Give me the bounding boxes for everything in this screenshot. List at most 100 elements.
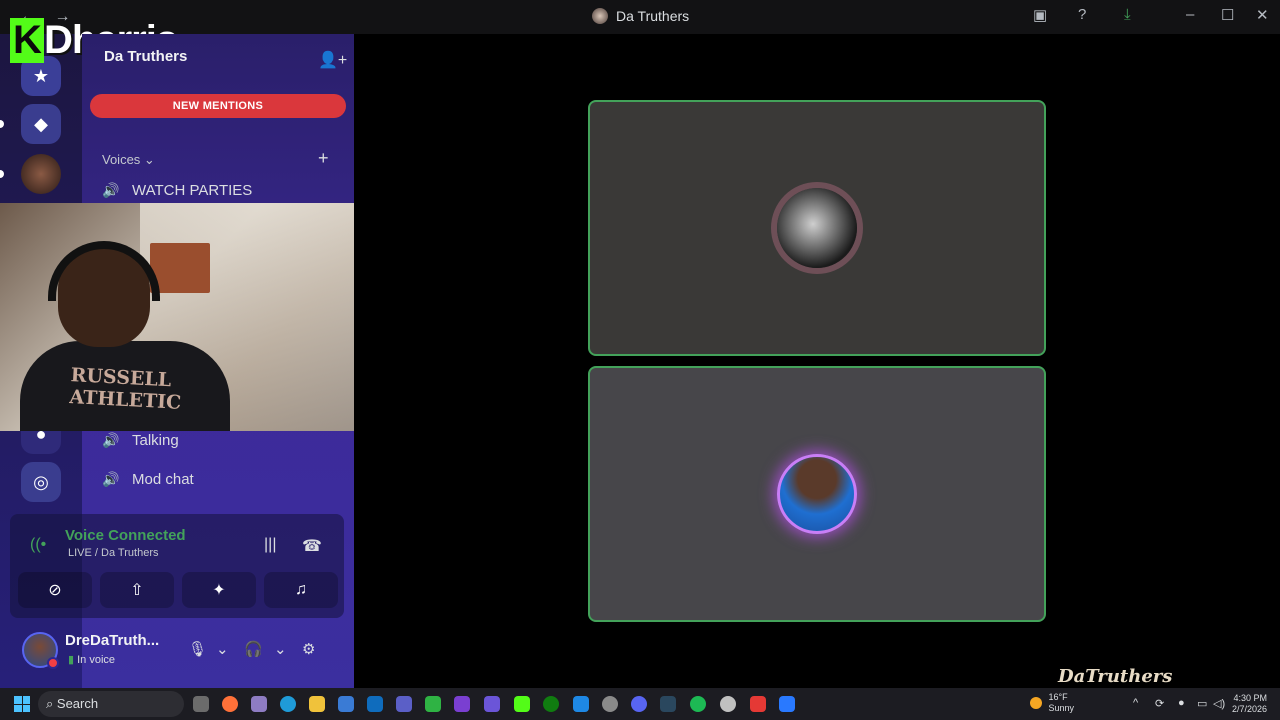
minimize-icon[interactable]: – xyxy=(1186,6,1194,23)
file-explorer-icon[interactable] xyxy=(309,696,325,712)
soundboard-icon[interactable]: ♫ xyxy=(264,572,338,608)
unread-pill xyxy=(0,120,4,128)
teams-icon[interactable] xyxy=(396,696,412,712)
connection-signal-icon[interactable]: ((• xyxy=(30,536,46,554)
chevron-up-icon[interactable]: ^ xyxy=(1133,697,1138,709)
sun-icon xyxy=(1030,697,1042,709)
steam-icon[interactable] xyxy=(660,696,676,712)
window-title: Da Truthers xyxy=(592,8,689,24)
store-icon[interactable] xyxy=(338,696,354,712)
category-label: Voices xyxy=(102,152,141,167)
app-icon[interactable] xyxy=(750,696,766,712)
weather-temp: 16°F xyxy=(1048,692,1068,702)
voice-status-title: Voice Connected xyxy=(65,527,186,544)
search-label: Search xyxy=(56,696,99,711)
channel-talking[interactable]: 🔊 Talking xyxy=(102,432,179,449)
voice-status-icon: ▮ xyxy=(68,654,75,666)
app-icon[interactable] xyxy=(454,696,470,712)
download-icon[interactable]: ⤓ xyxy=(1124,6,1131,23)
participant-avatar xyxy=(777,188,857,268)
chevron-down-icon[interactable]: ⌄ xyxy=(216,640,229,658)
new-mentions-button[interactable]: NEW MENTIONS xyxy=(90,94,346,118)
channel-label: Talking xyxy=(132,432,179,449)
sync-icon[interactable]: ⟳ xyxy=(1155,697,1164,710)
volume-icon[interactable]: ◁) xyxy=(1213,697,1225,710)
microphone-tray-icon[interactable]: ● xyxy=(1178,697,1185,709)
status-indicator xyxy=(47,657,59,669)
server-icon xyxy=(592,8,608,24)
avatar[interactable] xyxy=(22,632,59,669)
speaker-icon: 🔊 xyxy=(102,182,120,198)
participant-avatar xyxy=(777,454,857,534)
system-clock[interactable]: 4:30 PM 2/7/2026 xyxy=(1232,693,1267,715)
outlook-icon[interactable] xyxy=(367,696,383,712)
app-icon[interactable] xyxy=(779,696,795,712)
participant-tile[interactable] xyxy=(588,366,1046,622)
channel-watch-parties[interactable]: 🔊 WATCH PARTIES xyxy=(102,182,252,199)
shirt-print: RUSSELL ATHLETIC xyxy=(69,364,183,414)
copilot-icon[interactable] xyxy=(251,696,267,712)
clock-time: 4:30 PM xyxy=(1233,693,1268,703)
maximize-icon[interactable]: ☐ xyxy=(1221,6,1234,24)
speaker-icon: 🔊 xyxy=(102,432,120,448)
discover-icon[interactable]: ◎ xyxy=(21,462,61,502)
webcam-overlay: RUSSELL ATHLETIC xyxy=(0,203,359,431)
server-name: Da Truthers xyxy=(104,48,188,65)
taskbar: ⌕ Search 16°F Sunny ^ ⟳ ● ▭ ◁) 4:30 PM 2… xyxy=(0,688,1280,720)
settings-icon[interactable] xyxy=(602,696,618,712)
category-voices[interactable]: Voices ⌄ xyxy=(102,152,155,168)
photos-icon[interactable] xyxy=(573,696,589,712)
firefox-icon[interactable] xyxy=(222,696,238,712)
discord-icon[interactable] xyxy=(631,696,647,712)
activities-icon[interactable]: ✦ xyxy=(182,572,256,608)
app-icon[interactable] xyxy=(425,696,441,712)
kick-logo-icon: K xyxy=(10,18,44,63)
screen-share-icon[interactable]: ⇧ xyxy=(100,572,174,608)
user-panel: DreDaTruth... ▮ In voice 🎙 ⌄ 🎧 ⌄ ⚙ xyxy=(10,622,344,682)
noise-suppression-icon[interactable]: ||| xyxy=(264,536,276,554)
invite-people-icon[interactable]: 👤+ xyxy=(318,50,347,70)
windows-start-icon[interactable] xyxy=(14,696,30,712)
server-button[interactable] xyxy=(21,154,61,194)
server-header[interactable]: Da Truthers xyxy=(104,48,187,65)
app-icon[interactable] xyxy=(720,696,736,712)
unread-pill xyxy=(0,170,4,178)
window-title-text: Da Truthers xyxy=(616,8,690,24)
taskbar-search[interactable]: ⌕ Search xyxy=(38,691,184,717)
weather-desc: Sunny xyxy=(1048,703,1075,713)
microphone-icon[interactable]: 🎙 xyxy=(188,640,207,658)
kick-icon[interactable] xyxy=(514,696,530,712)
speaker-icon: 🔊 xyxy=(102,471,120,487)
title-bar: ← → Da Truthers ▣ ? ⤓ – ☐ ✕ xyxy=(0,0,1280,34)
watermark-logo: DaTruthers xyxy=(1058,666,1173,687)
close-icon[interactable]: ✕ xyxy=(1256,6,1269,24)
headphones-icon[interactable]: 🎧 xyxy=(244,640,263,658)
task-view-icon[interactable] xyxy=(193,696,209,712)
camera-off-icon[interactable]: ⊘ xyxy=(18,572,92,608)
user-status: ▮ In voice xyxy=(68,653,115,666)
app-icon[interactable] xyxy=(484,696,500,712)
weather-widget[interactable]: 16°F Sunny xyxy=(1030,692,1074,714)
create-channel-icon[interactable]: + xyxy=(318,148,329,169)
network-icon[interactable]: ▭ xyxy=(1197,697,1207,710)
chevron-down-icon[interactable]: ⌄ xyxy=(274,640,287,658)
participant-tile[interactable] xyxy=(588,100,1046,356)
disconnect-icon[interactable]: ☎ xyxy=(302,536,322,556)
clock-date: 2/7/2026 xyxy=(1232,704,1268,714)
server-button[interactable]: ◆ xyxy=(21,104,61,144)
username[interactable]: DreDaTruth... xyxy=(65,632,159,649)
voice-channel-path[interactable]: LIVE / Da Truthers xyxy=(68,547,158,559)
channel-mod-chat[interactable]: 🔊 Mod chat xyxy=(102,471,194,488)
spotify-icon[interactable] xyxy=(690,696,706,712)
channel-label: WATCH PARTIES xyxy=(132,182,253,199)
channel-label: Mod chat xyxy=(132,471,194,488)
xbox-icon[interactable] xyxy=(543,696,559,712)
settings-gear-icon[interactable]: ⚙ xyxy=(302,640,315,658)
webcam-person: RUSSELL ATHLETIC xyxy=(20,241,230,431)
help-icon[interactable]: ? xyxy=(1078,6,1086,23)
voice-actions: ⊘ ⇧ ✦ ♫ xyxy=(18,572,338,608)
edge-icon[interactable] xyxy=(280,696,296,712)
user-status-text: In voice xyxy=(77,654,116,666)
inbox-icon[interactable]: ▣ xyxy=(1033,6,1047,24)
voice-stage xyxy=(354,34,1280,688)
